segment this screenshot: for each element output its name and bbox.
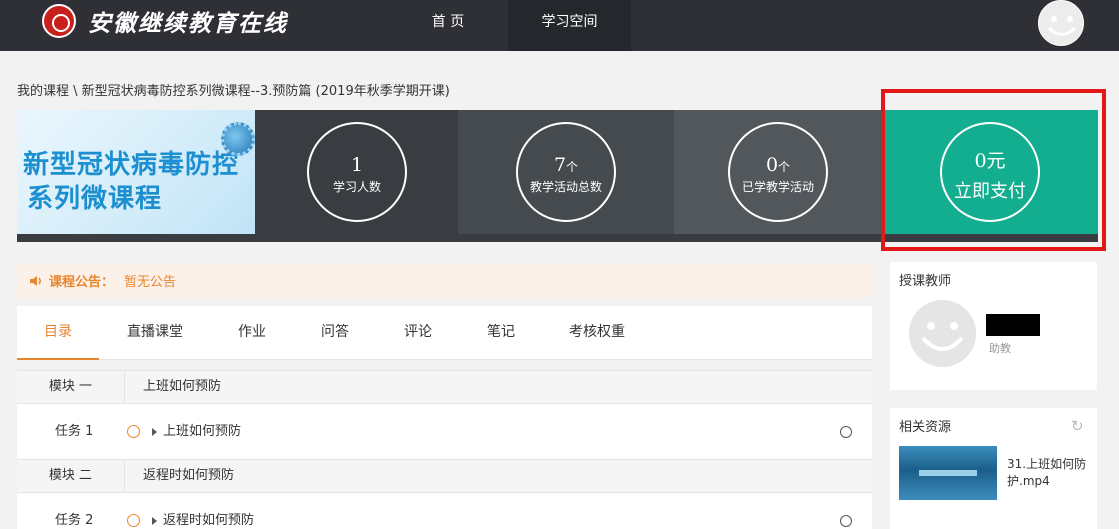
resource-thumbnail[interactable] xyxy=(899,446,997,500)
course-tabs: 目录 直播课堂 作业 问答 评论 笔记 考核权重 xyxy=(17,306,872,360)
task-tag: 任务 1 xyxy=(55,424,94,439)
completion-circle-icon xyxy=(840,515,852,527)
course-cover-image: 新型冠状病毒防控 系列微课程 xyxy=(17,110,255,234)
teacher-role: 助教 xyxy=(989,342,1011,355)
module-title: 返程时如何预防 xyxy=(143,468,235,483)
module-tag: 模块 二 xyxy=(17,460,125,492)
notice-text: 暂无公告 xyxy=(124,275,177,290)
task-title[interactable]: 返程时如何预防 xyxy=(163,493,254,529)
related-resources-panel: 相关资源 ↻ 31.上班如何防护.mp4 xyxy=(890,408,1097,529)
task-row[interactable]: 任务 1 上班如何预防 xyxy=(17,404,872,459)
speaker-icon xyxy=(30,275,41,286)
module-list: 模块 一 上班如何预防 任务 1 上班如何预防 模块 二 返程时如何预防 任务 … xyxy=(17,370,872,529)
logo-text: 安徽继续教育在线 xyxy=(88,10,288,37)
task-row[interactable]: 任务 2 返程时如何预防 xyxy=(17,493,872,529)
cover-title: 新型冠状病毒防控 系列微课程 xyxy=(23,148,239,216)
tab-live[interactable]: 直播课堂 xyxy=(120,306,190,360)
stat-total-activities: 7个 教学活动总数 xyxy=(458,110,674,234)
cover-title-line1: 新型冠状病毒防控 xyxy=(23,150,240,180)
module-row: 模块 二 返程时如何预防 xyxy=(17,459,872,493)
tab-comments[interactable]: 评论 xyxy=(393,306,443,360)
teacher-avatar[interactable] xyxy=(909,300,976,367)
caret-right-icon xyxy=(152,517,157,525)
tab-catalog[interactable]: 目录 xyxy=(17,306,99,360)
stat-value: 0 xyxy=(765,154,779,176)
site-logo[interactable]: 安徽继续教育在线 xyxy=(42,4,288,38)
status-circle-icon xyxy=(127,425,140,438)
cover-title-line2: 系列微课程 xyxy=(27,184,163,214)
nav-study-space[interactable]: 学习空间 xyxy=(508,0,631,51)
stat-circle: 0个 已学教学活动 xyxy=(728,122,828,222)
stat-value: 7 xyxy=(553,154,567,176)
tab-assessment-weight[interactable]: 考核权重 xyxy=(557,306,637,360)
teacher-panel-title: 授课教师 xyxy=(899,274,952,289)
nav-home[interactable]: 首 页 xyxy=(388,0,508,51)
tab-qa[interactable]: 问答 xyxy=(310,306,360,360)
stat-label: 学习人数 xyxy=(332,180,381,194)
module-title: 上班如何预防 xyxy=(143,379,222,394)
task-tag: 任务 2 xyxy=(55,513,94,528)
stat-learners: 1 学习人数 xyxy=(255,110,458,234)
module-tag: 模块 一 xyxy=(17,371,125,403)
breadcrumb[interactable]: 我的课程 \ 新型冠状病毒防控系列微课程--3.预防篇 (2019年秋季学期开课… xyxy=(17,80,450,99)
teacher-name-redacted[interactable]: ____ xyxy=(986,314,1040,336)
smiley-avatar-icon xyxy=(1039,1,1083,45)
resources-panel-title: 相关资源 xyxy=(899,420,952,435)
refresh-icon[interactable]: ↻ xyxy=(1071,417,1084,435)
caret-right-icon xyxy=(152,428,157,436)
stat-unit: 个 xyxy=(778,160,791,174)
logo-seal-icon xyxy=(42,4,76,38)
tab-homework[interactable]: 作业 xyxy=(227,306,277,360)
stat-label: 教学活动总数 xyxy=(529,180,602,194)
status-circle-icon xyxy=(127,514,140,527)
virus-icon xyxy=(221,122,255,156)
task-title[interactable]: 上班如何预防 xyxy=(163,404,241,459)
stat-circle: 1 学习人数 xyxy=(307,122,407,222)
stat-circle: 7个 教学活动总数 xyxy=(516,122,616,222)
stat-unit: 个 xyxy=(566,160,579,174)
stat-value: 1 xyxy=(350,154,364,176)
stat-label: 已学教学活动 xyxy=(741,180,814,194)
resource-name[interactable]: 31.上班如何防护.mp4 xyxy=(1007,456,1093,490)
course-notice: 课程公告： 暂无公告 xyxy=(17,263,872,298)
smiley-avatar-icon xyxy=(909,300,976,367)
module-row: 模块 一 上班如何预防 xyxy=(17,370,872,404)
stat-completed-activities: 0个 已学教学活动 xyxy=(674,110,882,234)
tab-notes[interactable]: 笔记 xyxy=(476,306,526,360)
completion-circle-icon xyxy=(840,426,852,438)
top-navbar: 安徽继续教育在线 首 页 学习空间 xyxy=(0,0,1119,51)
notice-label: 课程公告： xyxy=(49,275,115,290)
highlight-frame xyxy=(881,89,1106,251)
user-avatar[interactable] xyxy=(1038,0,1084,46)
teacher-panel: 授课教师 ____ 助教 xyxy=(890,262,1097,390)
thumbnail-title-bar xyxy=(919,470,977,476)
